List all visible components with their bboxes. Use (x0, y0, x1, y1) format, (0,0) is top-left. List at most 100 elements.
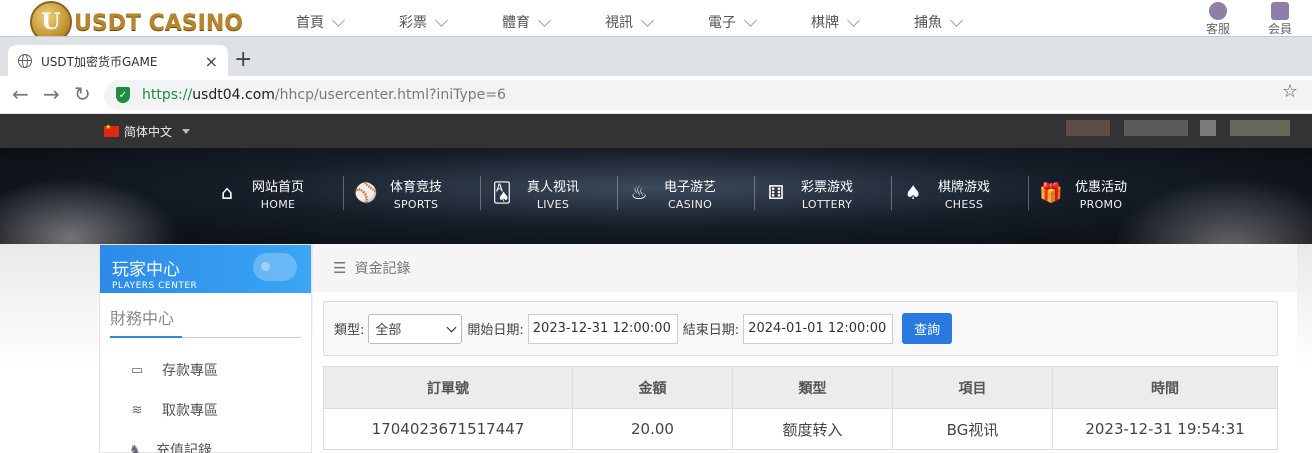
chevron-down-icon (847, 13, 860, 27)
main-nav-home[interactable]: ⌂ 网站首页 HOME (206, 176, 343, 211)
redacted-block (1200, 120, 1216, 136)
tab-title: USDT加密货币GAME (41, 54, 158, 69)
dice-icon: ⚅ (767, 182, 785, 204)
globe-icon (18, 54, 32, 68)
sidebar-item-withdraw[interactable]: ≋ 取款專區 (128, 390, 311, 430)
sidebar-item-label: 取款專區 (162, 403, 218, 419)
bookmark-star-icon[interactable]: ☆ (1282, 81, 1298, 102)
logo-coin-icon: U (30, 1, 72, 36)
chevron-down-icon (538, 13, 551, 27)
panel-header: ☰ 資金記錄 (313, 244, 1297, 292)
players-center-subtitle: PLAYERS CENTER (112, 281, 198, 291)
spade-icon: ♠ (904, 182, 922, 204)
chevron-down-icon (332, 13, 345, 27)
main-nav-lottery[interactable]: ⚅ 彩票游戏 LOTTERY (754, 176, 891, 211)
hero-banner: ⌂ 网站首页 HOME ⚾ 体育竞技 SPORTS 🂡 真人视讯 LIVES ♨ 电子… (0, 148, 1312, 248)
reload-icon[interactable]: ↻ (74, 84, 91, 104)
gift-icon: 🎁 (1039, 182, 1063, 204)
main-nav-sports[interactable]: ⚾ 体育竞技 SPORTS (343, 176, 480, 211)
start-date-input[interactable]: 2023-12-31 12:00:00 (527, 313, 678, 344)
table-header-row: 訂單號 金額 類型 項目 時間 (324, 367, 1277, 408)
site-menu-item-fishing[interactable]: 捕魚 (914, 12, 1017, 32)
back-arrow-icon[interactable]: ← (12, 84, 29, 104)
main-nav-lives[interactable]: 🂡 真人视讯 LIVES (480, 176, 617, 211)
site-menu-item-video[interactable]: 視訊 (605, 12, 708, 32)
cell-order-no: 1704023671517447 (324, 409, 573, 449)
url-host: usdt04.com (192, 87, 275, 103)
site-menu-item-sports[interactable]: 體育 (502, 12, 605, 32)
menu-icon: ☰ (333, 259, 347, 277)
logo-text: USDT CASINO (74, 10, 243, 36)
cell-type: 额度转入 (733, 409, 893, 449)
forward-arrow-icon[interactable]: → (43, 84, 60, 104)
fund-records-table: 訂單號 金額 類型 項目 時間 1704023671517447 20.00 额… (323, 366, 1278, 450)
url-scheme: https:// (142, 87, 193, 103)
browser-tab-bar: USDT加密货币GAME × + (0, 36, 1312, 77)
content-area: 玩家中心 PLAYERS CENTER 財務中心 ▭ 存款專區 ≋ 取款專區 ♞… (0, 244, 1312, 453)
site-menu: 首頁 彩票 體育 視訊 電子 棋牌 捕魚 (296, 12, 1017, 32)
home-icon: ⌂ (220, 182, 234, 204)
redacted-block (1230, 120, 1290, 136)
language-selector[interactable]: 简体中文 (104, 123, 191, 140)
joystick-icon: ♨ (630, 182, 648, 204)
chevron-down-icon (950, 13, 963, 27)
finance-center-title: 財務中心 (110, 305, 301, 338)
fund-records-panel: ☰ 資金記錄 類型: 全部 開始日期: 2023-12-31 12:00:00 … (313, 244, 1297, 453)
panel-title: 資金記錄 (354, 261, 411, 277)
url-input[interactable]: ✓ https://usdt04.com/hhcp/usercenter.htm… (104, 80, 1312, 110)
close-tab-icon[interactable]: × (205, 52, 218, 71)
caret-down-icon (182, 129, 191, 134)
url-path: /hhcp/usercenter.html?iniType=6 (274, 87, 506, 103)
main-nav-promo[interactable]: 🎁 优惠活动 PROMO (1028, 176, 1165, 211)
ball-icon: ⚾ (354, 182, 378, 204)
chevron-down-icon (641, 13, 654, 27)
start-date-label: 開始日期: (467, 323, 524, 338)
chat-icon (1209, 2, 1227, 20)
language-bar: 简体中文 (0, 114, 1312, 148)
browser-tab[interactable]: USDT加密货币GAME × (8, 45, 228, 77)
cell-amount: 20.00 (573, 409, 733, 449)
member-link[interactable]: 会員 (1268, 2, 1292, 36)
cell-time: 2023-12-31 19:54:31 (1085, 420, 1245, 438)
column-header-time: 時間 (1151, 380, 1179, 397)
chevron-down-icon (446, 322, 457, 332)
china-flag-icon (104, 123, 119, 137)
query-button[interactable]: 查詢 (902, 313, 953, 344)
browser-address-bar: ← → ↻ ✓ https://usdt04.com/hhcp/usercent… (0, 76, 1312, 114)
main-nav-chess[interactable]: ♠ 棋牌游戏 CHESS (891, 176, 1028, 211)
secure-shield-icon: ✓ (116, 87, 130, 103)
column-header-type: 類型 (733, 367, 893, 408)
end-date-input[interactable]: 2024-01-01 12:00:00 (743, 313, 894, 344)
main-nav-casino[interactable]: ♨ 电子游艺 CASINO (617, 176, 754, 211)
column-header-order-no: 訂單號 (324, 367, 573, 408)
new-tab-button[interactable]: + (234, 49, 252, 71)
money-bag-icon: ♞ (129, 442, 141, 453)
column-header-item: 項目 (893, 367, 1053, 408)
redacted-block (1124, 120, 1188, 136)
card-icon: ▭ (130, 362, 144, 378)
cards-icon: 🂡 (492, 182, 512, 204)
sidebar-item-recharge-records[interactable]: ♞ 充值記錄 (126, 430, 311, 453)
chevron-down-icon (744, 13, 757, 27)
chevron-down-icon (435, 13, 448, 27)
site-menu-item-chess[interactable]: 棋牌 (811, 12, 914, 32)
redacted-block (1066, 120, 1110, 136)
site-menu-item-electronic[interactable]: 電子 (708, 12, 811, 32)
type-select[interactable]: 全部 (368, 313, 463, 344)
players-center-header: 玩家中心 PLAYERS CENTER (100, 245, 311, 293)
site-logo[interactable]: U USDT CASINO (30, 1, 243, 36)
sidebar-item-deposit[interactable]: ▭ 存款專區 (128, 350, 311, 390)
end-date-label: 結束日期: (682, 323, 740, 338)
type-label: 類型: (334, 323, 365, 338)
cash-icon: ≋ (131, 402, 143, 418)
site-menu-item-lottery[interactable]: 彩票 (399, 12, 502, 32)
column-header-amount: 金額 (573, 367, 733, 408)
sidebar-item-label: 存款專區 (162, 363, 218, 379)
site-menu-item-home[interactable]: 首頁 (296, 12, 399, 32)
main-nav: ⌂ 网站首页 HOME ⚾ 体育竞技 SPORTS 🂡 真人视讯 LIVES ♨ 电子… (206, 176, 1165, 211)
table-row: 1704023671517447 20.00 额度转入 BG视讯 2023-12… (324, 408, 1277, 449)
gamepad-icon (253, 253, 297, 281)
customer-service-link[interactable]: 客服 (1206, 2, 1230, 36)
filter-bar: 類型: 全部 開始日期: 2023-12-31 12:00:00 結束日期: 2… (323, 301, 1278, 356)
member-icon (1271, 2, 1289, 20)
